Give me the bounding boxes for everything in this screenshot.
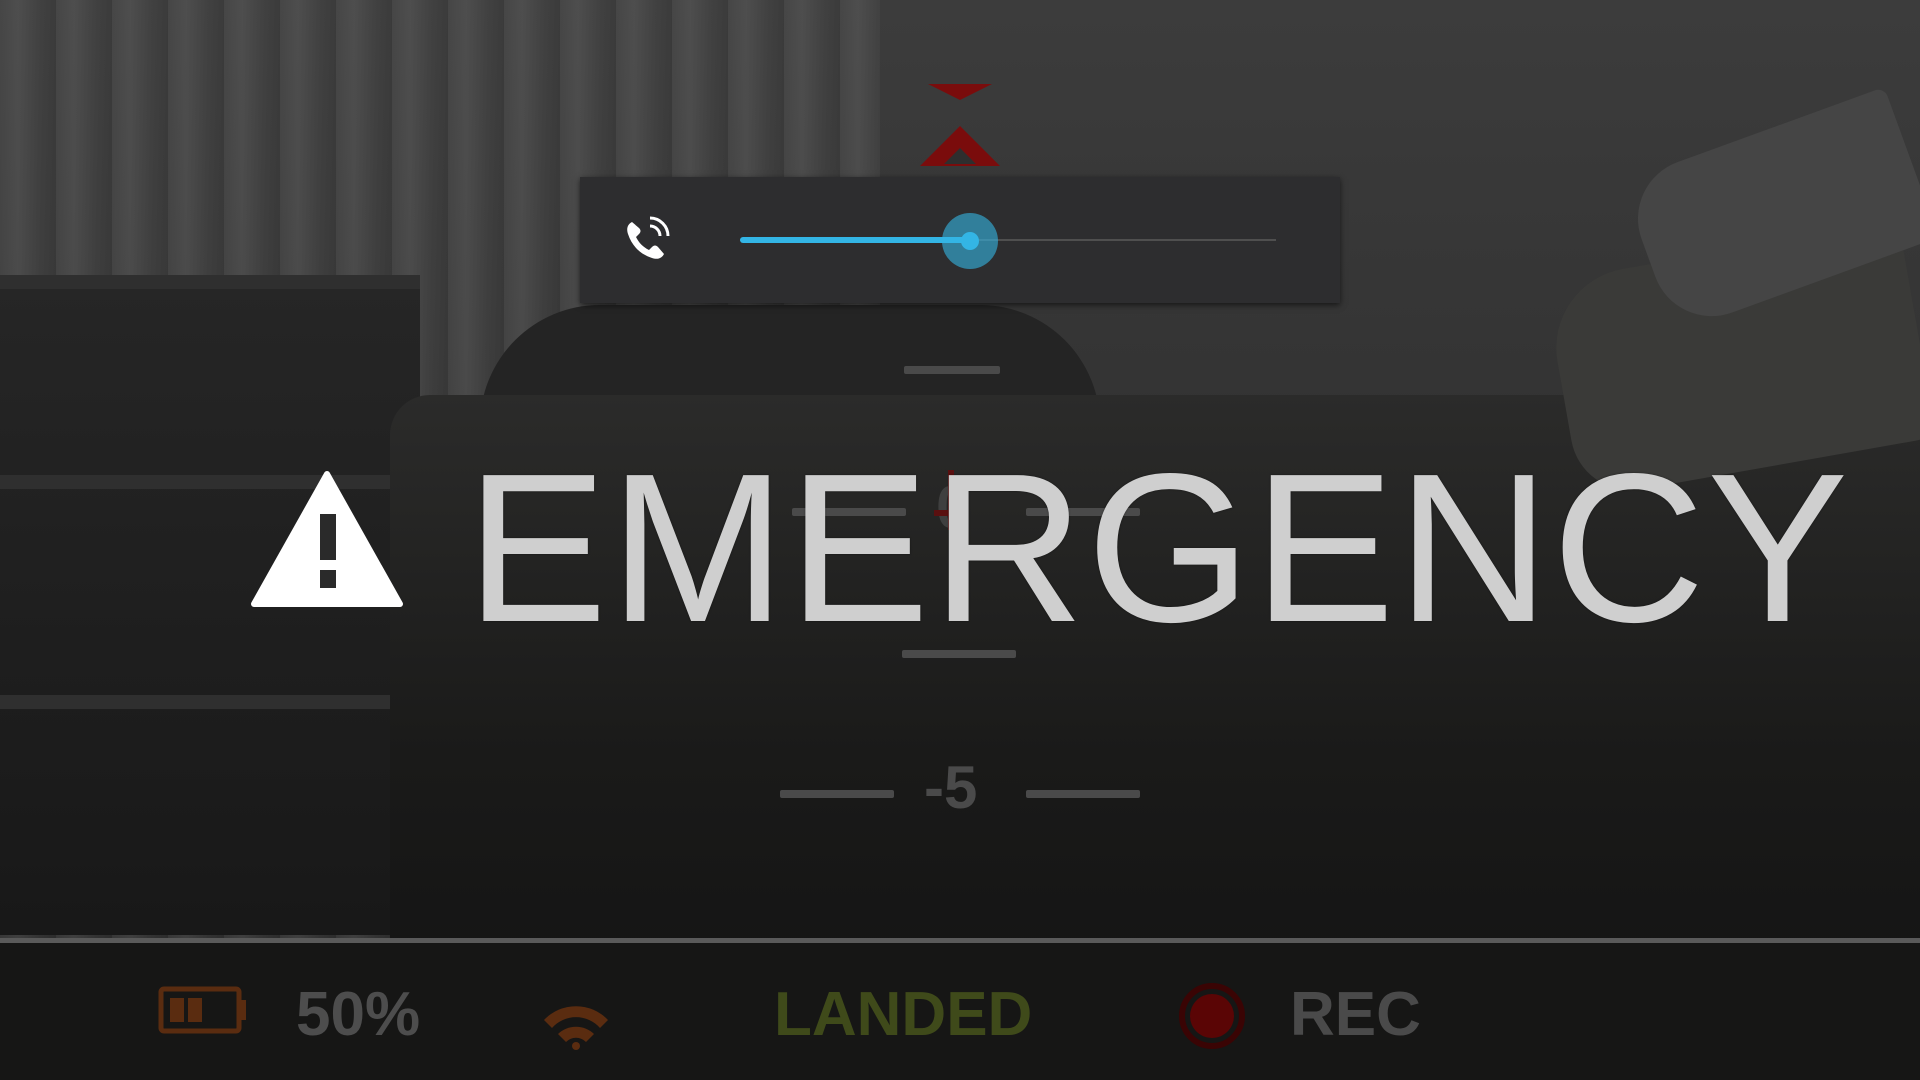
wifi-icon [544, 1006, 608, 1050]
volume-slider[interactable] [740, 213, 1276, 269]
warning-triangle-icon [251, 471, 403, 607]
hud-altitude-down-arrow-icon [928, 84, 992, 100]
battery-percent: 50% [296, 980, 421, 1049]
volume-slider-fill [740, 237, 971, 243]
flight-state: LANDED [774, 980, 1033, 1049]
phone-in-call-icon [627, 216, 670, 259]
volume-slider-thumb[interactable] [942, 213, 999, 269]
pitch-label-minus5: -5 [924, 754, 978, 821]
record-label[interactable]: REC [1290, 980, 1421, 1050]
pitch-line-minus5-right [1026, 790, 1140, 798]
pitch-line-top [904, 366, 1000, 374]
battery-icon [158, 986, 246, 1034]
pitch-line-minus5-left [780, 790, 894, 798]
emergency-title: EMERGENCY [466, 429, 1851, 666]
volume-panel [580, 177, 1340, 303]
record-icon[interactable] [1178, 982, 1246, 1050]
